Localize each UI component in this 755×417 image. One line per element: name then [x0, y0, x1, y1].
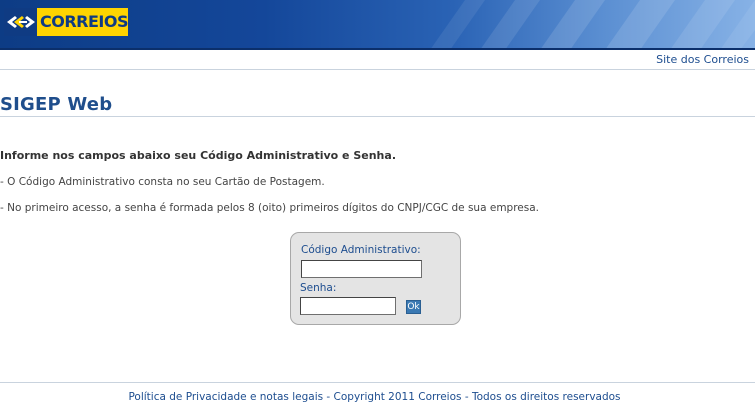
instruction-line-password: - No primeiro acesso, a senha é formada …	[0, 202, 539, 214]
code-input[interactable]	[301, 260, 422, 278]
correios-mark-icon	[4, 8, 37, 36]
page-title: SIGEP Web	[0, 94, 113, 115]
top-divider	[0, 69, 755, 70]
instruction-line-code: - O Código Administrativo consta no seu …	[0, 176, 325, 188]
site-correios-link[interactable]: Site dos Correios	[656, 53, 749, 66]
password-field-label: Senha:	[300, 282, 337, 294]
correios-logo[interactable]: CORREIOS	[4, 8, 129, 36]
code-field-label: Código Administrativo:	[301, 244, 421, 256]
header-banner: CORREIOS	[0, 0, 755, 50]
instructions-heading: Informe nos campos abaixo seu Código Adm…	[0, 149, 396, 162]
password-input[interactable]	[300, 297, 396, 315]
footer-legal-text[interactable]: Política de Privacidade e notas legais -…	[0, 391, 749, 403]
login-form: Código Administrativo: Senha: Ok	[290, 232, 461, 325]
footer-divider	[0, 382, 755, 383]
header-bottom-border	[0, 48, 755, 50]
header-stripes-decoration	[430, 0, 755, 50]
ok-button[interactable]: Ok	[406, 300, 421, 314]
logo-wordmark: CORREIOS	[37, 8, 129, 36]
title-divider	[0, 116, 755, 117]
